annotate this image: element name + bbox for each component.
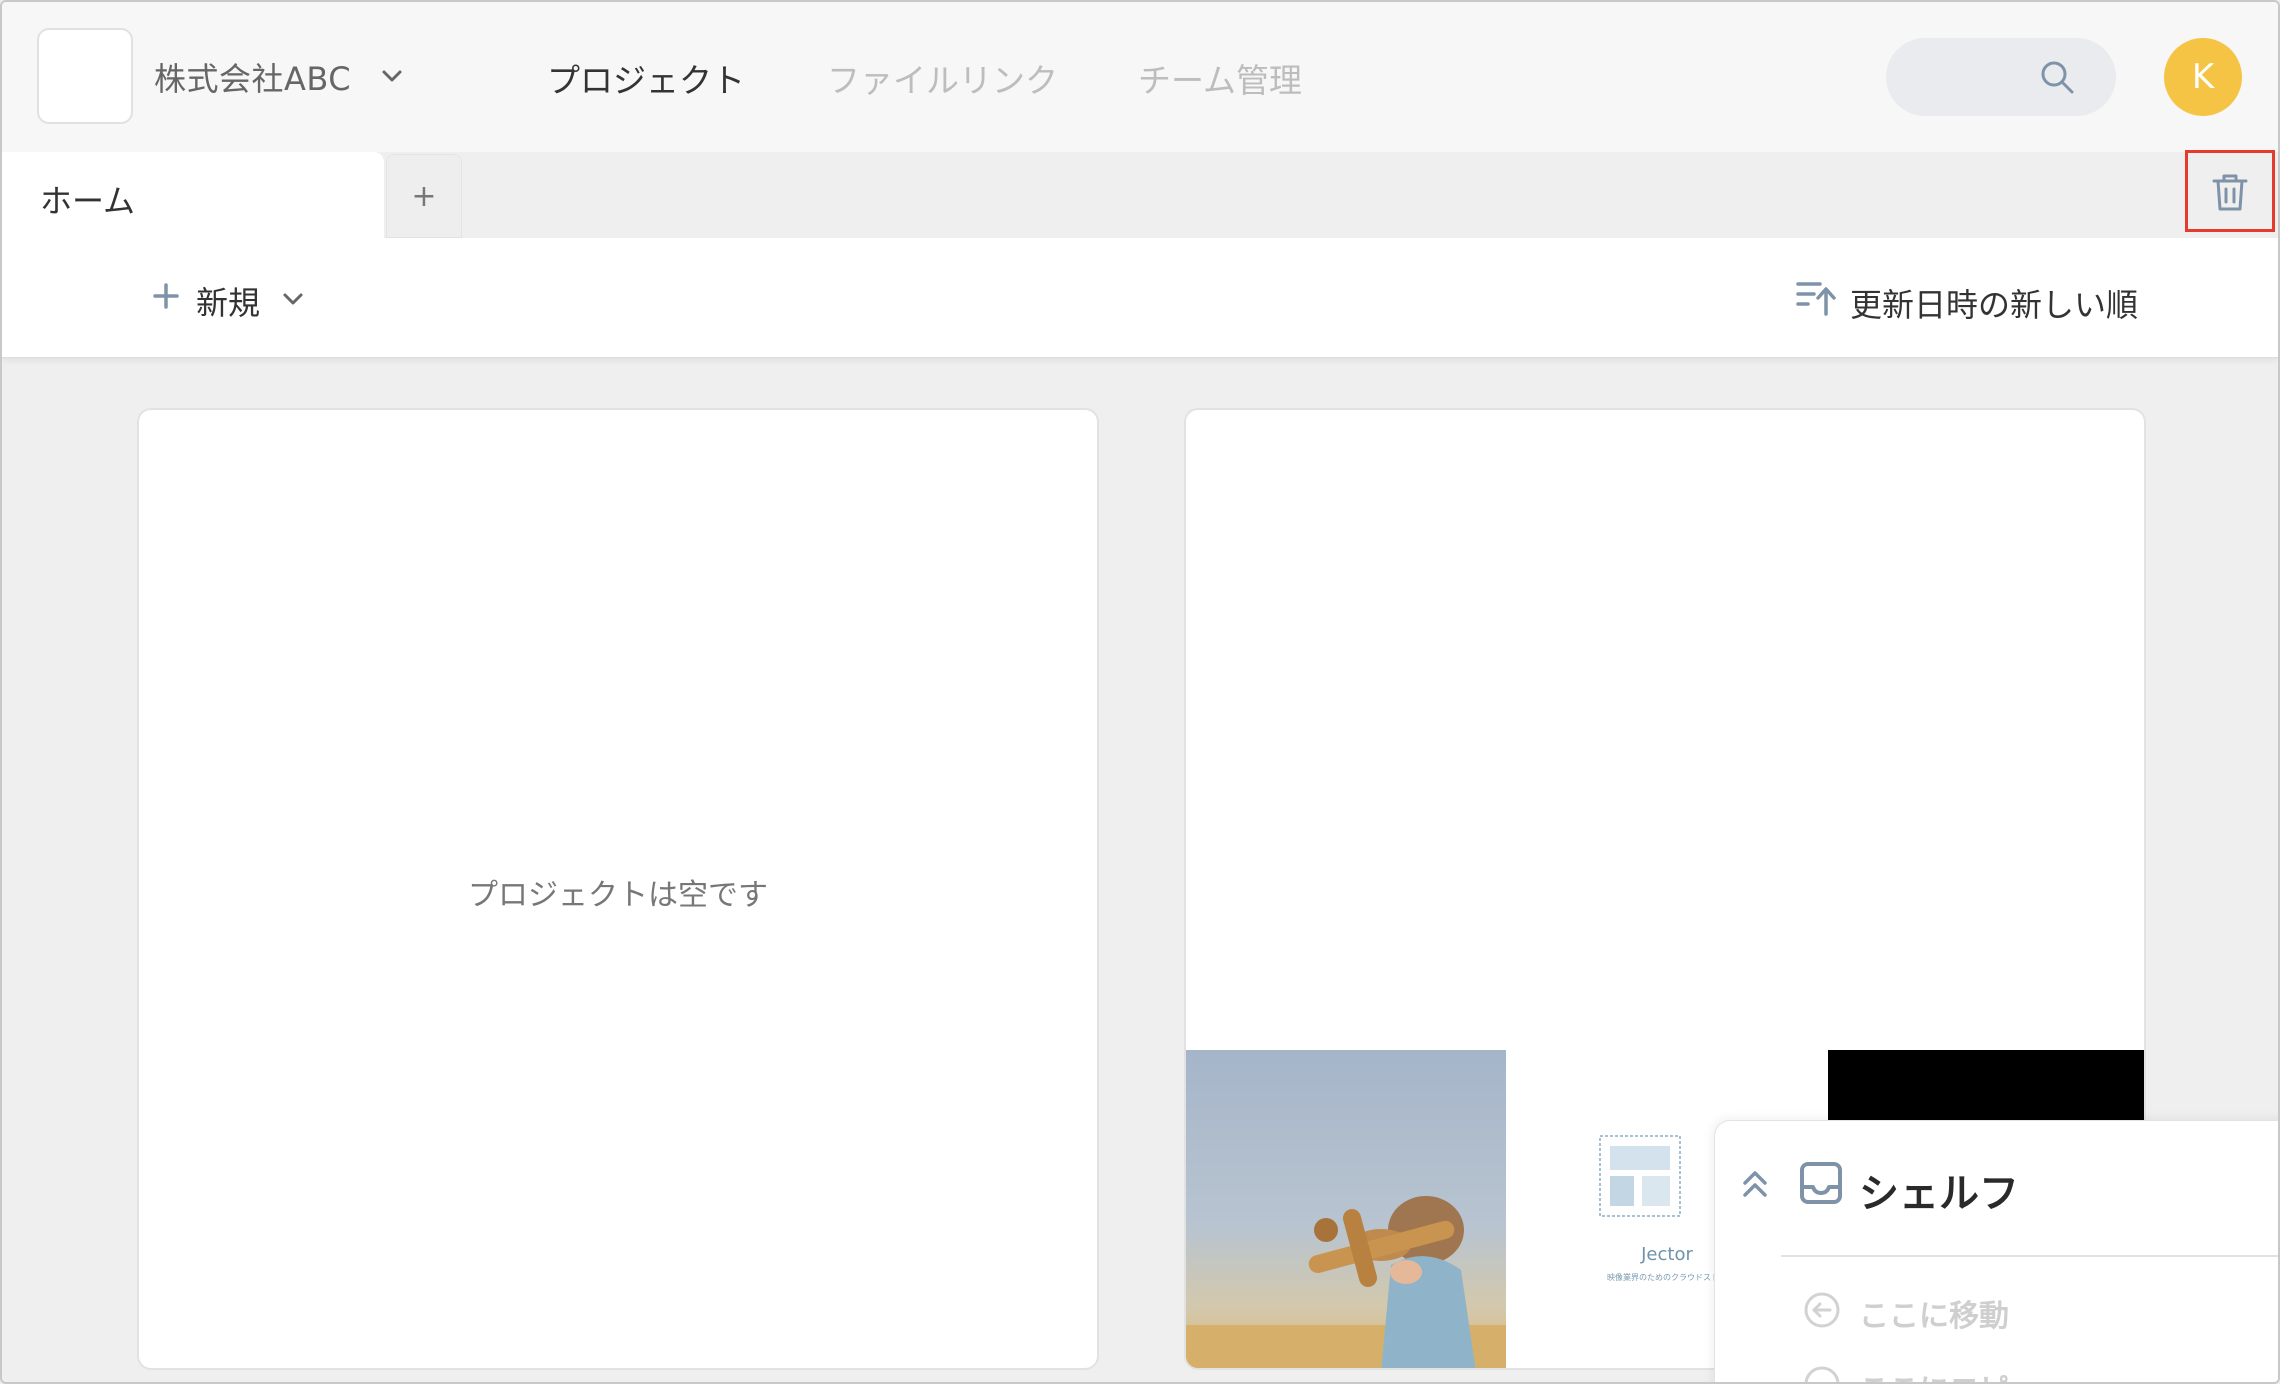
trash-icon xyxy=(2212,174,2248,211)
shelf-title: シェルフ xyxy=(1859,1171,2019,1217)
nav-team-management[interactable]: チーム管理 xyxy=(1138,54,1302,102)
plus-icon xyxy=(153,283,179,309)
app-window: 株式会社ABC プロジェクト ファイルリンク チーム管理 K ホーム + 新規 … xyxy=(0,0,2280,1384)
move-here-label: ここに移動 xyxy=(1859,1299,2009,1334)
chevron-down-icon xyxy=(283,293,303,305)
new-button-label: 新規 xyxy=(196,284,261,322)
org-name[interactable]: 株式会社ABC xyxy=(154,54,351,100)
top-header: 株式会社ABC プロジェクト ファイルリンク チーム管理 K xyxy=(2,2,2278,152)
toolbar: 新規 更新日時の新しい順 xyxy=(2,238,2278,358)
jector-logo xyxy=(1599,1135,1681,1217)
org-logo[interactable] xyxy=(37,28,133,124)
empty-project-text: プロジェクトは空です xyxy=(468,878,768,913)
tab-home-label: ホーム xyxy=(40,182,136,220)
nav-projects[interactable]: プロジェクト xyxy=(547,54,745,102)
search-icon xyxy=(2041,61,2074,94)
shelf-divider xyxy=(1781,1255,2278,1257)
copy-circle-icon xyxy=(1804,1366,1840,1382)
trash-button[interactable] xyxy=(2185,150,2275,232)
tab-home[interactable]: ホーム xyxy=(2,152,384,238)
chevron-down-icon[interactable] xyxy=(378,62,406,90)
inbox-tray-icon xyxy=(1800,1162,1842,1204)
double-chevron-up-icon[interactable] xyxy=(1741,1169,1769,1201)
search-input[interactable] xyxy=(1886,38,2116,116)
sort-label: 更新日時の新しい順 xyxy=(1850,286,2139,324)
nav-file-links[interactable]: ファイルリンク xyxy=(827,54,1058,102)
sort-icon xyxy=(1796,282,1836,316)
thumbnail-photo xyxy=(1186,1050,1506,1368)
sort-button[interactable]: 更新日時の新しい順 xyxy=(1796,274,2156,324)
project-card-empty[interactable]: プロジェクトは空です xyxy=(137,408,1099,1370)
user-avatar[interactable]: K xyxy=(2164,38,2242,116)
airplane-illustration xyxy=(1186,1196,1506,1368)
copy-here-label: ここにコピ xyxy=(1859,1365,2009,1382)
add-tab-button[interactable]: + xyxy=(386,154,462,238)
arrow-left-circle-icon xyxy=(1804,1292,1840,1328)
shelf-panel: シェルフ ここに移動 ここにコピ xyxy=(1714,1120,2278,1382)
